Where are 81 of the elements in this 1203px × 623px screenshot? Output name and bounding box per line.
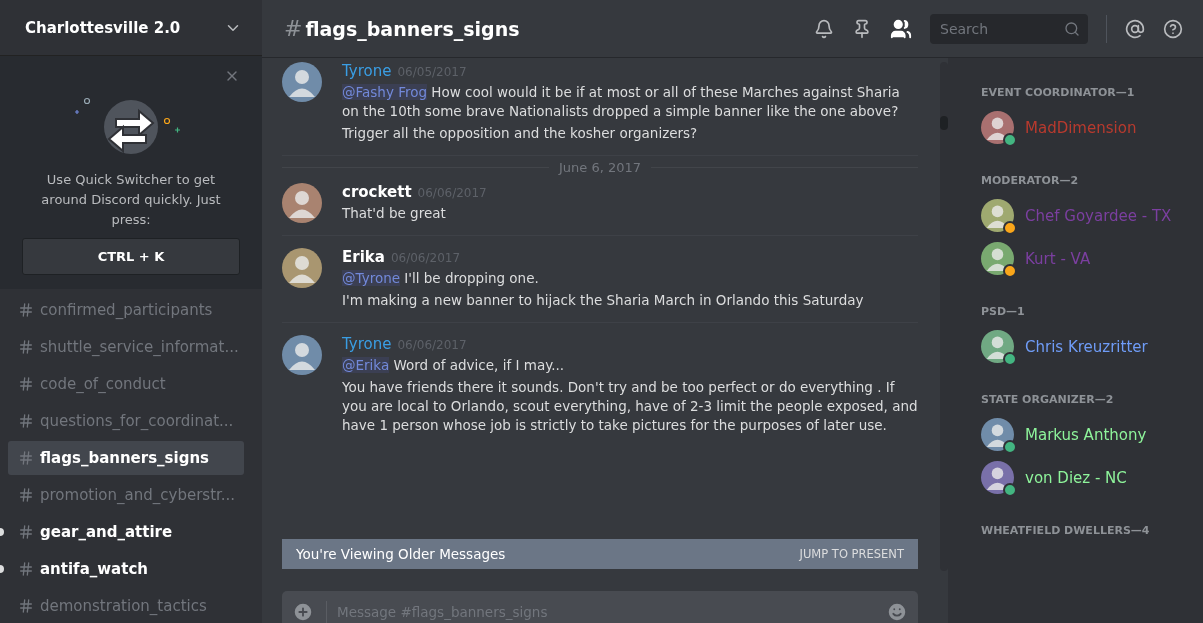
mention-icon[interactable]: [1125, 18, 1145, 39]
avatar: [981, 330, 1014, 363]
channel-item[interactable]: promotion_and_cyberstr...: [8, 478, 246, 512]
channel-item[interactable]: demonstration_tactics: [8, 589, 244, 623]
scrollbar[interactable]: [940, 62, 948, 571]
pin-icon[interactable]: [852, 18, 872, 39]
avatar: [981, 199, 1014, 232]
hash-icon: [18, 302, 34, 318]
channel-item[interactable]: confirmed_participants: [8, 293, 244, 327]
message-text: @Erika Word of advice, if I may...: [342, 356, 566, 375]
message-text: You have friends there it sounds. Don't try and be too perfect or do everything . If you are local to Orlando, scout everything, have of 2-3 limit the people exposed, and have 1 person whose job is strictly to take pictures for the purposes of later use.: [342, 378, 918, 435]
jump-to-present-link[interactable]: JUMP TO PRESENT: [799, 547, 904, 561]
role-heading: EVENT COORDINATOR—1: [981, 86, 1136, 99]
author-name[interactable]: crockett: [342, 183, 412, 201]
hash-icon: [18, 450, 34, 466]
role-heading: PSD—1: [981, 305, 1026, 318]
channel-name: antifa_watch: [40, 560, 148, 578]
role-heading: WHEATFIELD DWELLERS—4: [981, 524, 1151, 537]
hash-icon: [18, 561, 34, 577]
members-icon[interactable]: [890, 17, 912, 40]
channel-name: shuttle_service_informat...: [40, 338, 239, 356]
channel-item[interactable]: gear_and_attire: [8, 515, 244, 549]
role-heading: STATE ORGANIZER—2: [981, 393, 1115, 406]
emoji-icon[interactable]: [886, 601, 908, 623]
avatar: [981, 461, 1014, 494]
mention-link[interactable]: @Tyrone: [342, 270, 400, 286]
channel-item[interactable]: flags_banners_signs: [8, 441, 244, 475]
bell-icon[interactable]: [814, 18, 834, 39]
hash-icon: #: [284, 16, 303, 41]
message-text: I'm making a new banner to hijack the Sharia March in Orlando this Saturday: [342, 291, 865, 310]
hash-icon: [18, 339, 34, 355]
channel-name: demonstration_tactics: [40, 597, 207, 615]
help-icon[interactable]: [1163, 18, 1183, 39]
mention-link[interactable]: @Erika: [342, 357, 390, 373]
avatar: [282, 62, 322, 102]
avatar: [282, 335, 322, 375]
author-name[interactable]: Tyrone: [342, 62, 392, 80]
plus-icon[interactable]: [292, 601, 314, 623]
hash-icon: [18, 524, 34, 540]
search-box[interactable]: Search: [930, 13, 1088, 44]
channel-name: promotion_and_cyberstr...: [40, 486, 236, 504]
hash-icon: [18, 413, 34, 429]
message-text: @Tyrone I'll be dropping one.: [342, 269, 540, 288]
channel-item[interactable]: code_of_conduct: [8, 367, 244, 401]
member-name[interactable]: Markus Anthony: [1025, 425, 1147, 444]
channel-title: flags_banners_signs: [305, 17, 520, 40]
role-heading: MODERATOR—2: [981, 174, 1080, 187]
avatar: [282, 248, 322, 288]
channel-name: questions_for_coordinat...: [40, 412, 234, 430]
quick-switcher-text: Use Quick Switcher to get around Discord quickly. Just press:: [40, 171, 222, 229]
author-name[interactable]: Tyrone: [342, 335, 392, 353]
channel-name: flags_banners_signs: [40, 449, 210, 467]
avatar: [981, 242, 1014, 275]
author-name[interactable]: Erika: [342, 248, 385, 266]
member-name[interactable]: Chris Kreuzritter: [1025, 337, 1148, 356]
avatar: [282, 183, 322, 223]
channel-name: gear_and_attire: [40, 523, 173, 541]
member-name[interactable]: MadDimension: [1025, 118, 1137, 137]
member-name[interactable]: Kurt - VA: [1025, 249, 1091, 268]
older-messages-text: You're Viewing Older Messages: [296, 546, 506, 562]
avatar: [981, 418, 1014, 451]
date-divider: June 6, 2017: [558, 160, 642, 175]
channel-item[interactable]: antifa_watch: [8, 552, 244, 586]
server-name: Charlottesville 2.0: [25, 18, 181, 37]
channel-name: code_of_conduct: [40, 375, 166, 393]
channel-item[interactable]: questions_for_coordinat...: [8, 404, 244, 438]
member-name[interactable]: von Diez - NC: [1025, 468, 1127, 487]
message-text: That'd be great: [342, 204, 447, 223]
search-field[interactable]: Search: [938, 19, 1064, 38]
mention-link[interactable]: @Fashy Frog: [342, 84, 428, 100]
search-icon: [1064, 20, 1080, 37]
hash-icon: [18, 376, 34, 392]
member-name[interactable]: Chef Goyardee - TX: [1025, 206, 1172, 225]
hash-icon: [18, 598, 34, 614]
channel-item[interactable]: shuttle_service_informat...: [8, 330, 249, 364]
message-text: @Fashy Frog How cool would it be if at most or all of these Marches against Sharia on the 10th some brave Nationalists dropped a simple banner like the one above?: [342, 83, 901, 121]
hash-icon: [18, 487, 34, 503]
message-text: Trigger all the opposition and the kosher organizers?: [342, 124, 699, 143]
shortcut-button[interactable]: CTRL + K: [22, 238, 240, 275]
avatar: [981, 111, 1014, 144]
channel-name: confirmed_participants: [40, 301, 213, 319]
